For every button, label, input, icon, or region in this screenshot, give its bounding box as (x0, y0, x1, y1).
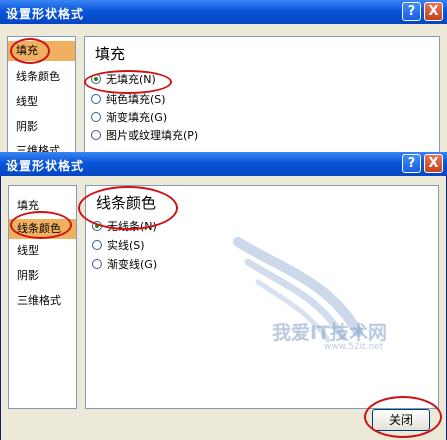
radio-gradient-line[interactable]: 渐变线(G) (92, 257, 157, 273)
radio-label: 无线条(N) (107, 220, 157, 233)
nav-item-3d-format[interactable]: 三维格式 (9, 291, 76, 311)
help-button[interactable]: ? (402, 154, 421, 173)
radio-icon[interactable] (92, 259, 102, 269)
section-heading: 填充 (95, 45, 126, 63)
format-shape-dialog-top: 设置形状格式 ? X 填充 线条颜色 线型 阴影 三维格式 填充 无填充(N) … (0, 0, 447, 160)
nav-item-fill[interactable]: 填充 (9, 196, 76, 216)
radio-icon[interactable] (91, 130, 101, 140)
radio-solid-line[interactable]: 实线(S) (92, 238, 145, 254)
radio-gradient-fill[interactable]: 渐变填充(G) (91, 110, 167, 126)
dialog-title: 设置形状格式 (6, 7, 85, 21)
radio-icon[interactable] (91, 112, 101, 122)
close-button[interactable]: 关闭 (372, 409, 430, 431)
radio-no-fill[interactable]: 无填充(N) (91, 72, 156, 88)
radio-label: 渐变填充(G) (106, 111, 168, 124)
nav-item-line-color[interactable]: 线条颜色 (9, 219, 76, 239)
section-heading: 线条颜色 (96, 194, 157, 212)
radio-solid-fill[interactable]: 纯色填充(S) (91, 92, 166, 108)
radio-label: 渐变线(G) (107, 258, 158, 271)
close-window-button[interactable]: X (424, 2, 443, 21)
radio-label: 实线(S) (107, 239, 145, 252)
options-panel: 线条颜色 无线条(N) 实线(S) 渐变线(G) (85, 185, 439, 409)
category-list: 填充 线条颜色 线型 阴影 三维格式 (8, 185, 77, 409)
nav-item-shadow[interactable]: 阴影 (9, 266, 76, 286)
title-bar[interactable]: 设置形状格式 ? X (0, 0, 447, 24)
radio-label: 无填充(N) (106, 73, 156, 86)
help-button[interactable]: ? (402, 2, 421, 21)
radio-label: 图片或纹理填充(P) (106, 129, 199, 142)
radio-checked-icon[interactable] (92, 221, 102, 231)
radio-checked-icon[interactable] (91, 74, 101, 84)
radio-no-line[interactable]: 无线条(N) (92, 219, 157, 235)
dialog-title: 设置形状格式 (6, 159, 85, 173)
radio-picture-fill[interactable]: 图片或纹理填充(P) (91, 128, 198, 144)
nav-item-line-color[interactable]: 线条颜色 (8, 67, 75, 87)
radio-label: 纯色填充(S) (106, 93, 166, 106)
nav-item-shadow[interactable]: 阴影 (8, 117, 75, 137)
radio-icon[interactable] (92, 240, 102, 250)
format-shape-dialog-bottom: 设置形状格式 ? X 填充 线条颜色 线型 阴影 三维格式 线条颜色 无线条(N… (0, 152, 447, 440)
nav-item-line-style[interactable]: 线型 (8, 92, 75, 112)
category-list: 填充 线条颜色 线型 阴影 三维格式 (7, 36, 76, 160)
title-bar[interactable]: 设置形状格式 ? X (0, 152, 447, 176)
close-window-button[interactable]: X (424, 154, 443, 173)
options-panel: 填充 无填充(N) 纯色填充(S) 渐变填充(G) 图片或纹理填充(P) (84, 36, 440, 160)
nav-item-fill[interactable]: 填充 (8, 41, 75, 61)
nav-item-line-style[interactable]: 线型 (9, 241, 76, 261)
radio-icon[interactable] (91, 94, 101, 104)
